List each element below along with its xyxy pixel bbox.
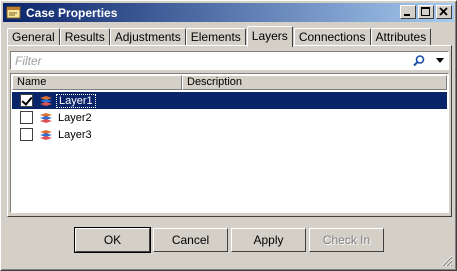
tab-adjustments[interactable]: Adjustments — [109, 28, 186, 46]
tab-results[interactable]: Results — [59, 28, 110, 46]
resize-grip-icon[interactable] — [441, 255, 453, 267]
case-properties-dialog: Case Properties General Results Adjustme… — [0, 0, 457, 271]
minimize-button[interactable] — [400, 5, 416, 19]
layer-icon — [39, 95, 53, 107]
search-icon[interactable] — [412, 54, 426, 68]
list-header: Name Description — [12, 75, 447, 90]
layers-list: Name Description Layer1 Layer2 Layer3 — [10, 73, 449, 213]
layer-icon — [39, 112, 53, 124]
layer1-checkbox[interactable] — [20, 94, 33, 107]
layer2-checkbox[interactable] — [20, 111, 33, 124]
close-button[interactable] — [436, 5, 452, 19]
apply-button[interactable]: Apply — [231, 228, 306, 252]
title-bar[interactable]: Case Properties — [3, 3, 454, 22]
filter-input[interactable] — [15, 53, 395, 68]
maximize-button[interactable] — [418, 5, 434, 19]
tab-layers[interactable]: Layers — [246, 26, 293, 47]
window-controls — [400, 5, 452, 19]
layer-name: Layer2 — [58, 111, 92, 124]
cancel-button[interactable]: Cancel — [153, 228, 228, 252]
window-title: Case Properties — [26, 5, 118, 20]
tab-connections[interactable]: Connections — [293, 28, 371, 46]
close-icon — [439, 7, 448, 16]
ok-button-label: OK — [103, 233, 122, 247]
tab-general[interactable]: General — [7, 28, 60, 46]
layer-name: Layer3 — [58, 128, 92, 141]
layer3-checkbox[interactable] — [20, 128, 33, 141]
ok-button[interactable]: OK — [74, 227, 151, 253]
column-header-name[interactable]: Name — [12, 75, 182, 90]
case-properties-icon — [6, 6, 22, 20]
layer-name: Layer1 — [56, 93, 96, 108]
check-in-button: Check In — [309, 228, 384, 252]
check-in-button-label: Check In — [322, 233, 371, 247]
filter-dropdown-arrow-icon[interactable] — [436, 58, 444, 63]
layer-icon — [39, 129, 53, 141]
list-row-layer3[interactable]: Layer3 — [12, 126, 447, 143]
cancel-button-label: Cancel — [171, 233, 210, 247]
list-row-layer2[interactable]: Layer2 — [12, 109, 447, 126]
filter-box — [10, 51, 449, 70]
tab-attributes[interactable]: Attributes — [370, 28, 432, 46]
minimize-icon — [404, 14, 410, 16]
apply-button-label: Apply — [253, 233, 284, 247]
maximize-icon — [421, 7, 430, 16]
list-row-layer1[interactable]: Layer1 — [12, 92, 447, 109]
tab-strip: General Results Adjustments Elements Lay… — [7, 26, 432, 47]
column-header-description[interactable]: Description — [182, 75, 447, 90]
tab-elements[interactable]: Elements — [185, 28, 246, 46]
